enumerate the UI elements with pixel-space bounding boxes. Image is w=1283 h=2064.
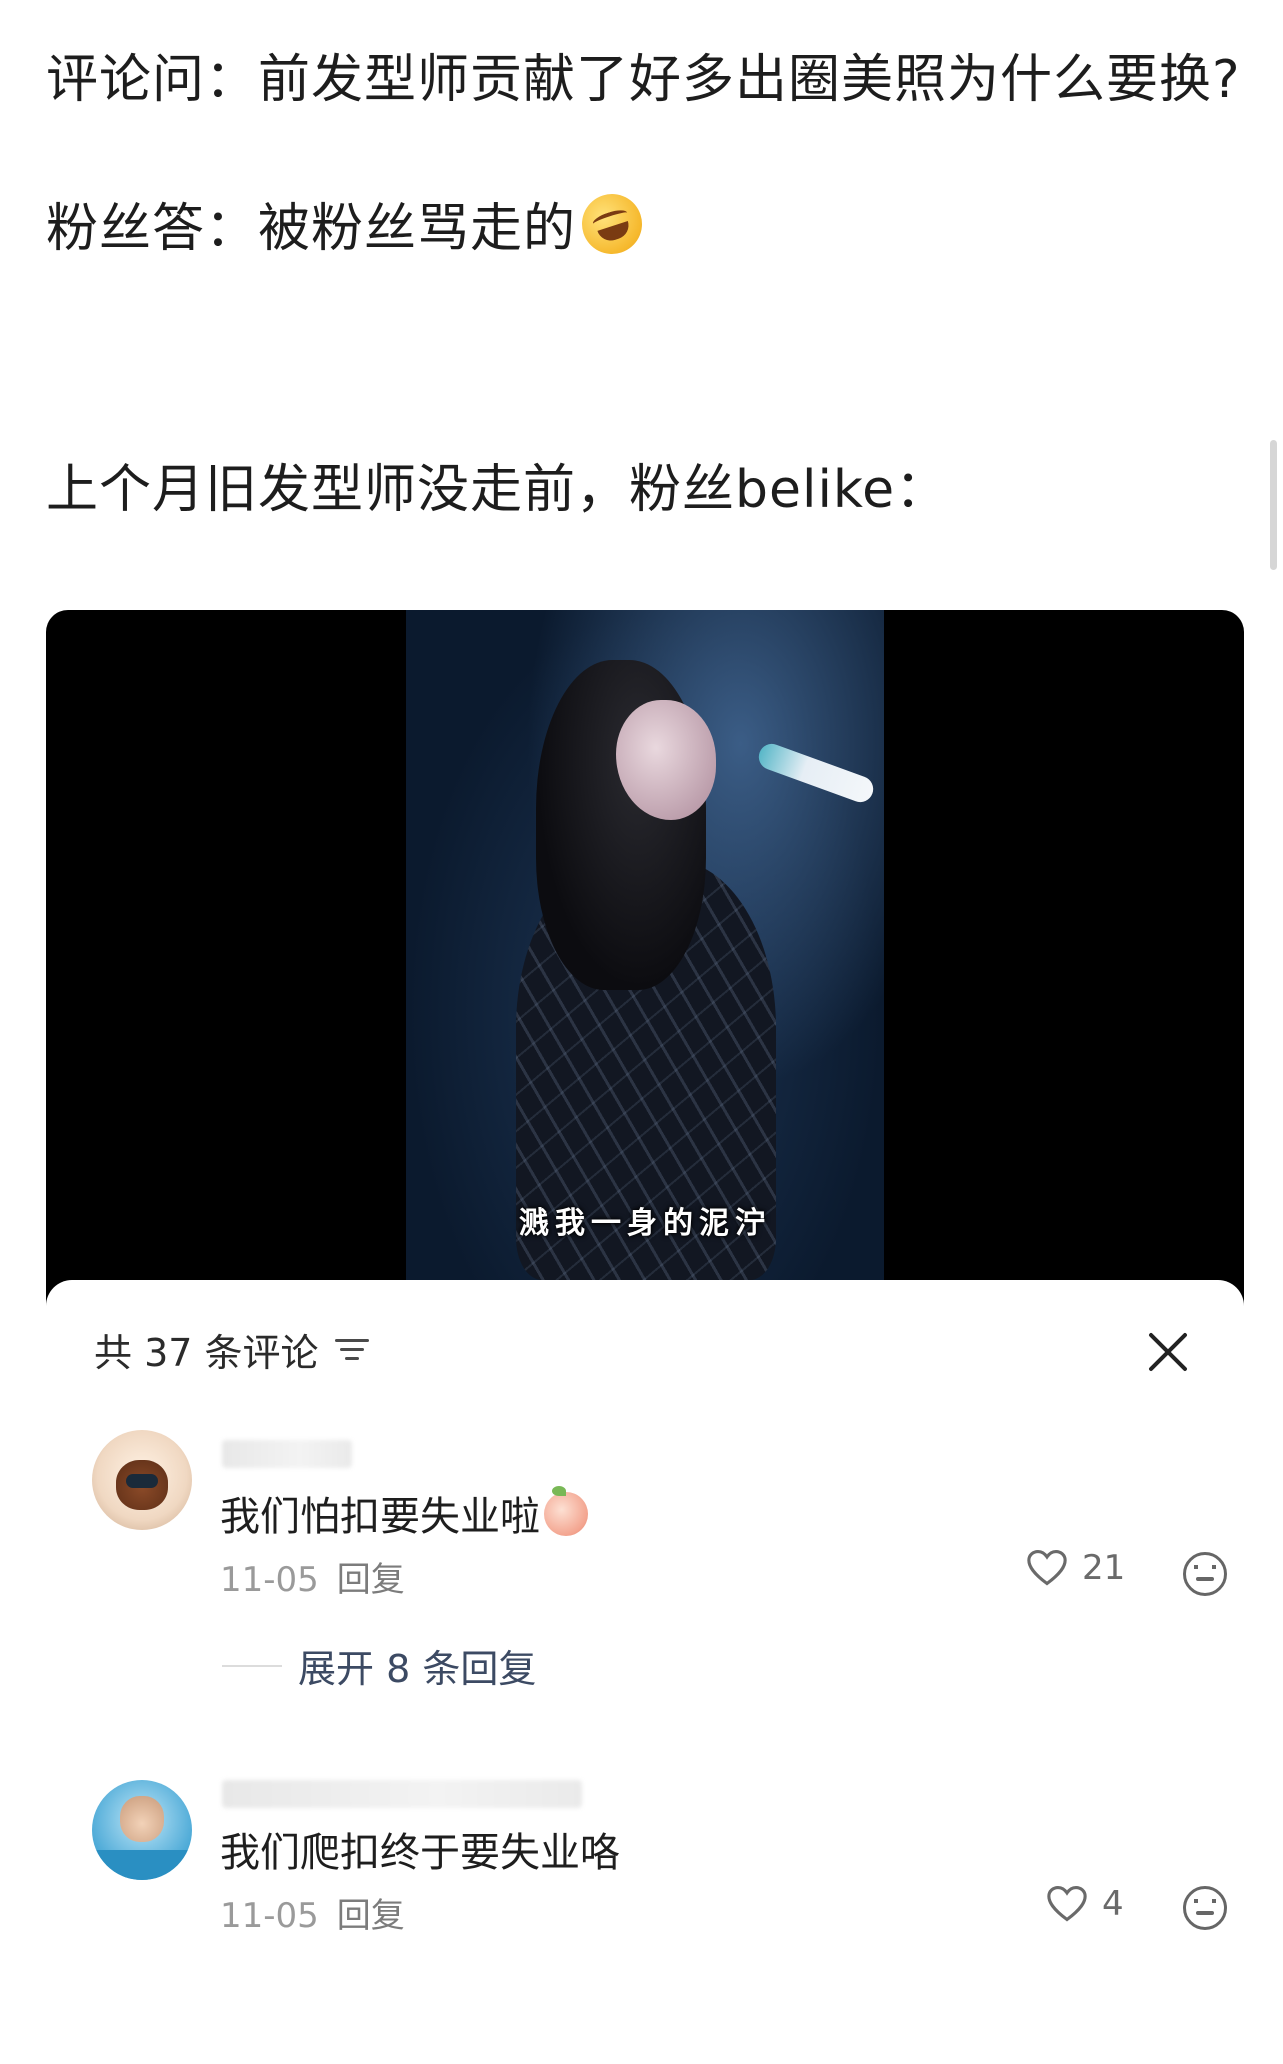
video-subtitle: 溅我一身的泥泞 — [519, 1206, 771, 1241]
expand-replies[interactable]: 展开 8 条回复 — [222, 1638, 536, 1693]
avatar[interactable] — [92, 1780, 192, 1880]
filter-icon[interactable] — [334, 1337, 369, 1363]
username-blurred — [222, 1780, 582, 1808]
comment-item: 我们怕扣要失业啦 11-05 回复 21 展开 8 条回复 — [92, 1430, 1242, 1693]
like-count: 21 — [1082, 1548, 1126, 1588]
comment-meta: 11-05 回复 — [220, 1888, 405, 1937]
post-line-question: 评论问：前发型师贡献了好多出圈美照为什么要换? — [46, 50, 1241, 110]
expand-replies-label[interactable]: 展开 8 条回复 — [298, 1638, 536, 1693]
close-icon[interactable] — [1146, 1330, 1190, 1374]
comment-meta: 11-05 回复 — [220, 1552, 405, 1601]
laughing-emoji-icon — [574, 186, 650, 262]
post-line-belike: 上个月旧发型师没走前，粉丝belike： — [46, 460, 949, 520]
video-frame[interactable]: 溅我一身的泥泞 — [406, 610, 884, 1280]
comments-sheet: 共 37 条评论 我们怕扣要失业啦 11-05 回复 21 展开 8 条回复 我… — [46, 1280, 1244, 2064]
peach-emoji-icon — [544, 1486, 588, 1536]
reply-button[interactable]: 回复 — [337, 1560, 405, 1600]
like-button[interactable]: 4 — [1046, 1884, 1124, 1924]
comments-header: 共 37 条评论 — [94, 1322, 369, 1377]
post-line-answer: 粉丝答：被粉丝骂走的 — [46, 186, 650, 262]
video-screenshot[interactable]: 溅我一身的泥泞 共 37 条评论 我们怕扣要失业啦 11-05 回复 21 展开… — [46, 610, 1244, 2064]
comment-text: 我们怕扣要失业啦 — [220, 1484, 588, 1542]
comment-item: 我们爬扣终于要失业咯 11-05 回复 4 — [92, 1780, 1242, 2000]
avatar[interactable] — [92, 1430, 192, 1530]
sticker-face-icon[interactable] — [1183, 1552, 1227, 1596]
comment-date: 11-05 — [220, 1896, 319, 1936]
post-line-answer-text: 粉丝答：被粉丝骂走的 — [46, 199, 577, 259]
heart-icon[interactable] — [1046, 1885, 1088, 1923]
microphone-image — [755, 740, 877, 806]
performer-image — [496, 640, 877, 1280]
heart-icon[interactable] — [1026, 1549, 1068, 1587]
reply-button[interactable]: 回复 — [337, 1896, 405, 1936]
comments-count-title: 共 37 条评论 — [94, 1331, 319, 1375]
username-blurred — [222, 1440, 352, 1468]
comment-date: 11-05 — [220, 1560, 319, 1600]
comment-text: 我们爬扣终于要失业咯 — [220, 1830, 620, 1876]
comment-text-body: 我们怕扣要失业啦 — [220, 1494, 540, 1540]
expand-divider — [222, 1664, 282, 1667]
like-button[interactable]: 21 — [1026, 1548, 1125, 1588]
scrollbar[interactable] — [1270, 440, 1277, 570]
like-count: 4 — [1102, 1884, 1124, 1924]
sticker-face-icon[interactable] — [1183, 1886, 1227, 1930]
